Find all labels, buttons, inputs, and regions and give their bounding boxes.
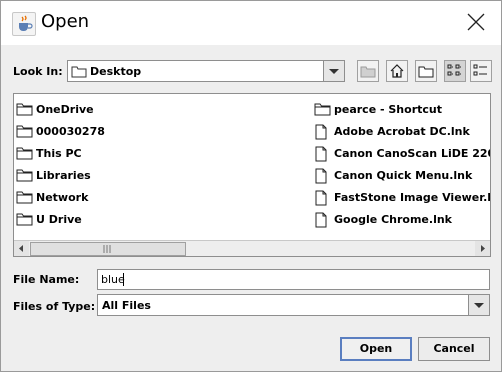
open-dialog: Open Look In: Desktop OneDrive 000030278…	[0, 0, 502, 372]
item-name: OneDrive	[36, 103, 94, 116]
item-name: Canon CanoScan LiDE 220 C	[334, 147, 491, 160]
item-name: Canon Quick Menu.lnk	[334, 169, 473, 182]
list-view-button[interactable]	[444, 60, 466, 82]
details-view-icon	[473, 64, 487, 76]
folder-icon	[314, 103, 331, 116]
scroll-left-button[interactable]	[14, 241, 29, 256]
files-of-type-value: All Files	[102, 299, 151, 312]
horizontal-scrollbar[interactable]	[14, 240, 490, 256]
cancel-button[interactable]: Cancel	[418, 337, 490, 361]
item-name: FastStone Image Viewer.lnk	[334, 191, 491, 204]
close-icon[interactable]	[465, 11, 487, 33]
home-icon	[390, 64, 404, 78]
chevron-down-icon[interactable]	[468, 295, 489, 315]
file-name-field[interactable]	[97, 269, 490, 290]
file-icon	[315, 124, 327, 140]
folder-icon	[16, 169, 33, 182]
file-icon	[315, 212, 327, 228]
item-name: pearce - Shortcut	[334, 103, 442, 116]
open-button[interactable]: Open	[340, 337, 412, 361]
up-one-level-icon	[360, 66, 376, 78]
item-name: Network	[36, 191, 89, 204]
folder-icon	[16, 213, 33, 226]
item-name: 000030278	[36, 125, 105, 138]
text-caret	[123, 273, 124, 286]
title-bar: Open	[1, 1, 501, 45]
item-name: This PC	[36, 147, 82, 160]
scrollbar-thumb[interactable]	[30, 242, 186, 256]
item-name: Adobe Acrobat DC.lnk	[334, 125, 470, 138]
item-name: U Drive	[36, 213, 82, 226]
folder-icon	[71, 66, 87, 78]
scroll-right-button[interactable]	[475, 241, 490, 256]
new-folder-button[interactable]	[415, 60, 437, 82]
file-name-label: File Name:	[13, 273, 80, 286]
item-name: Libraries	[36, 169, 91, 182]
grip-icon	[103, 245, 111, 253]
up-one-level-button[interactable]	[357, 60, 379, 82]
look-in-label: Look In:	[13, 65, 63, 78]
files-of-type-combo[interactable]: All Files	[97, 294, 490, 316]
folder-icon	[16, 147, 33, 160]
window-title: Open	[41, 11, 90, 32]
file-icon	[315, 190, 327, 206]
details-view-button[interactable]	[470, 60, 492, 82]
look-in-value: Desktop	[90, 65, 142, 78]
folder-icon	[16, 191, 33, 204]
look-in-combo[interactable]: Desktop	[67, 60, 345, 82]
file-list[interactable]: OneDrive 000030278 This PC Libraries Network…	[13, 93, 491, 257]
item-name: Google Chrome.lnk	[334, 213, 452, 226]
folder-icon	[16, 125, 33, 138]
folder-icon	[16, 103, 33, 116]
java-coffee-cup-icon	[12, 12, 36, 36]
list-view-icon	[447, 64, 462, 76]
chevron-right-icon	[481, 245, 485, 252]
new-folder-icon	[418, 66, 434, 78]
file-icon	[315, 146, 327, 162]
chevron-left-icon	[19, 245, 23, 252]
file-name-input[interactable]	[101, 273, 481, 286]
chevron-down-icon[interactable]	[323, 61, 344, 81]
file-icon	[315, 168, 327, 184]
home-button[interactable]	[386, 60, 408, 82]
files-of-type-label: Files of Type:	[13, 300, 96, 313]
